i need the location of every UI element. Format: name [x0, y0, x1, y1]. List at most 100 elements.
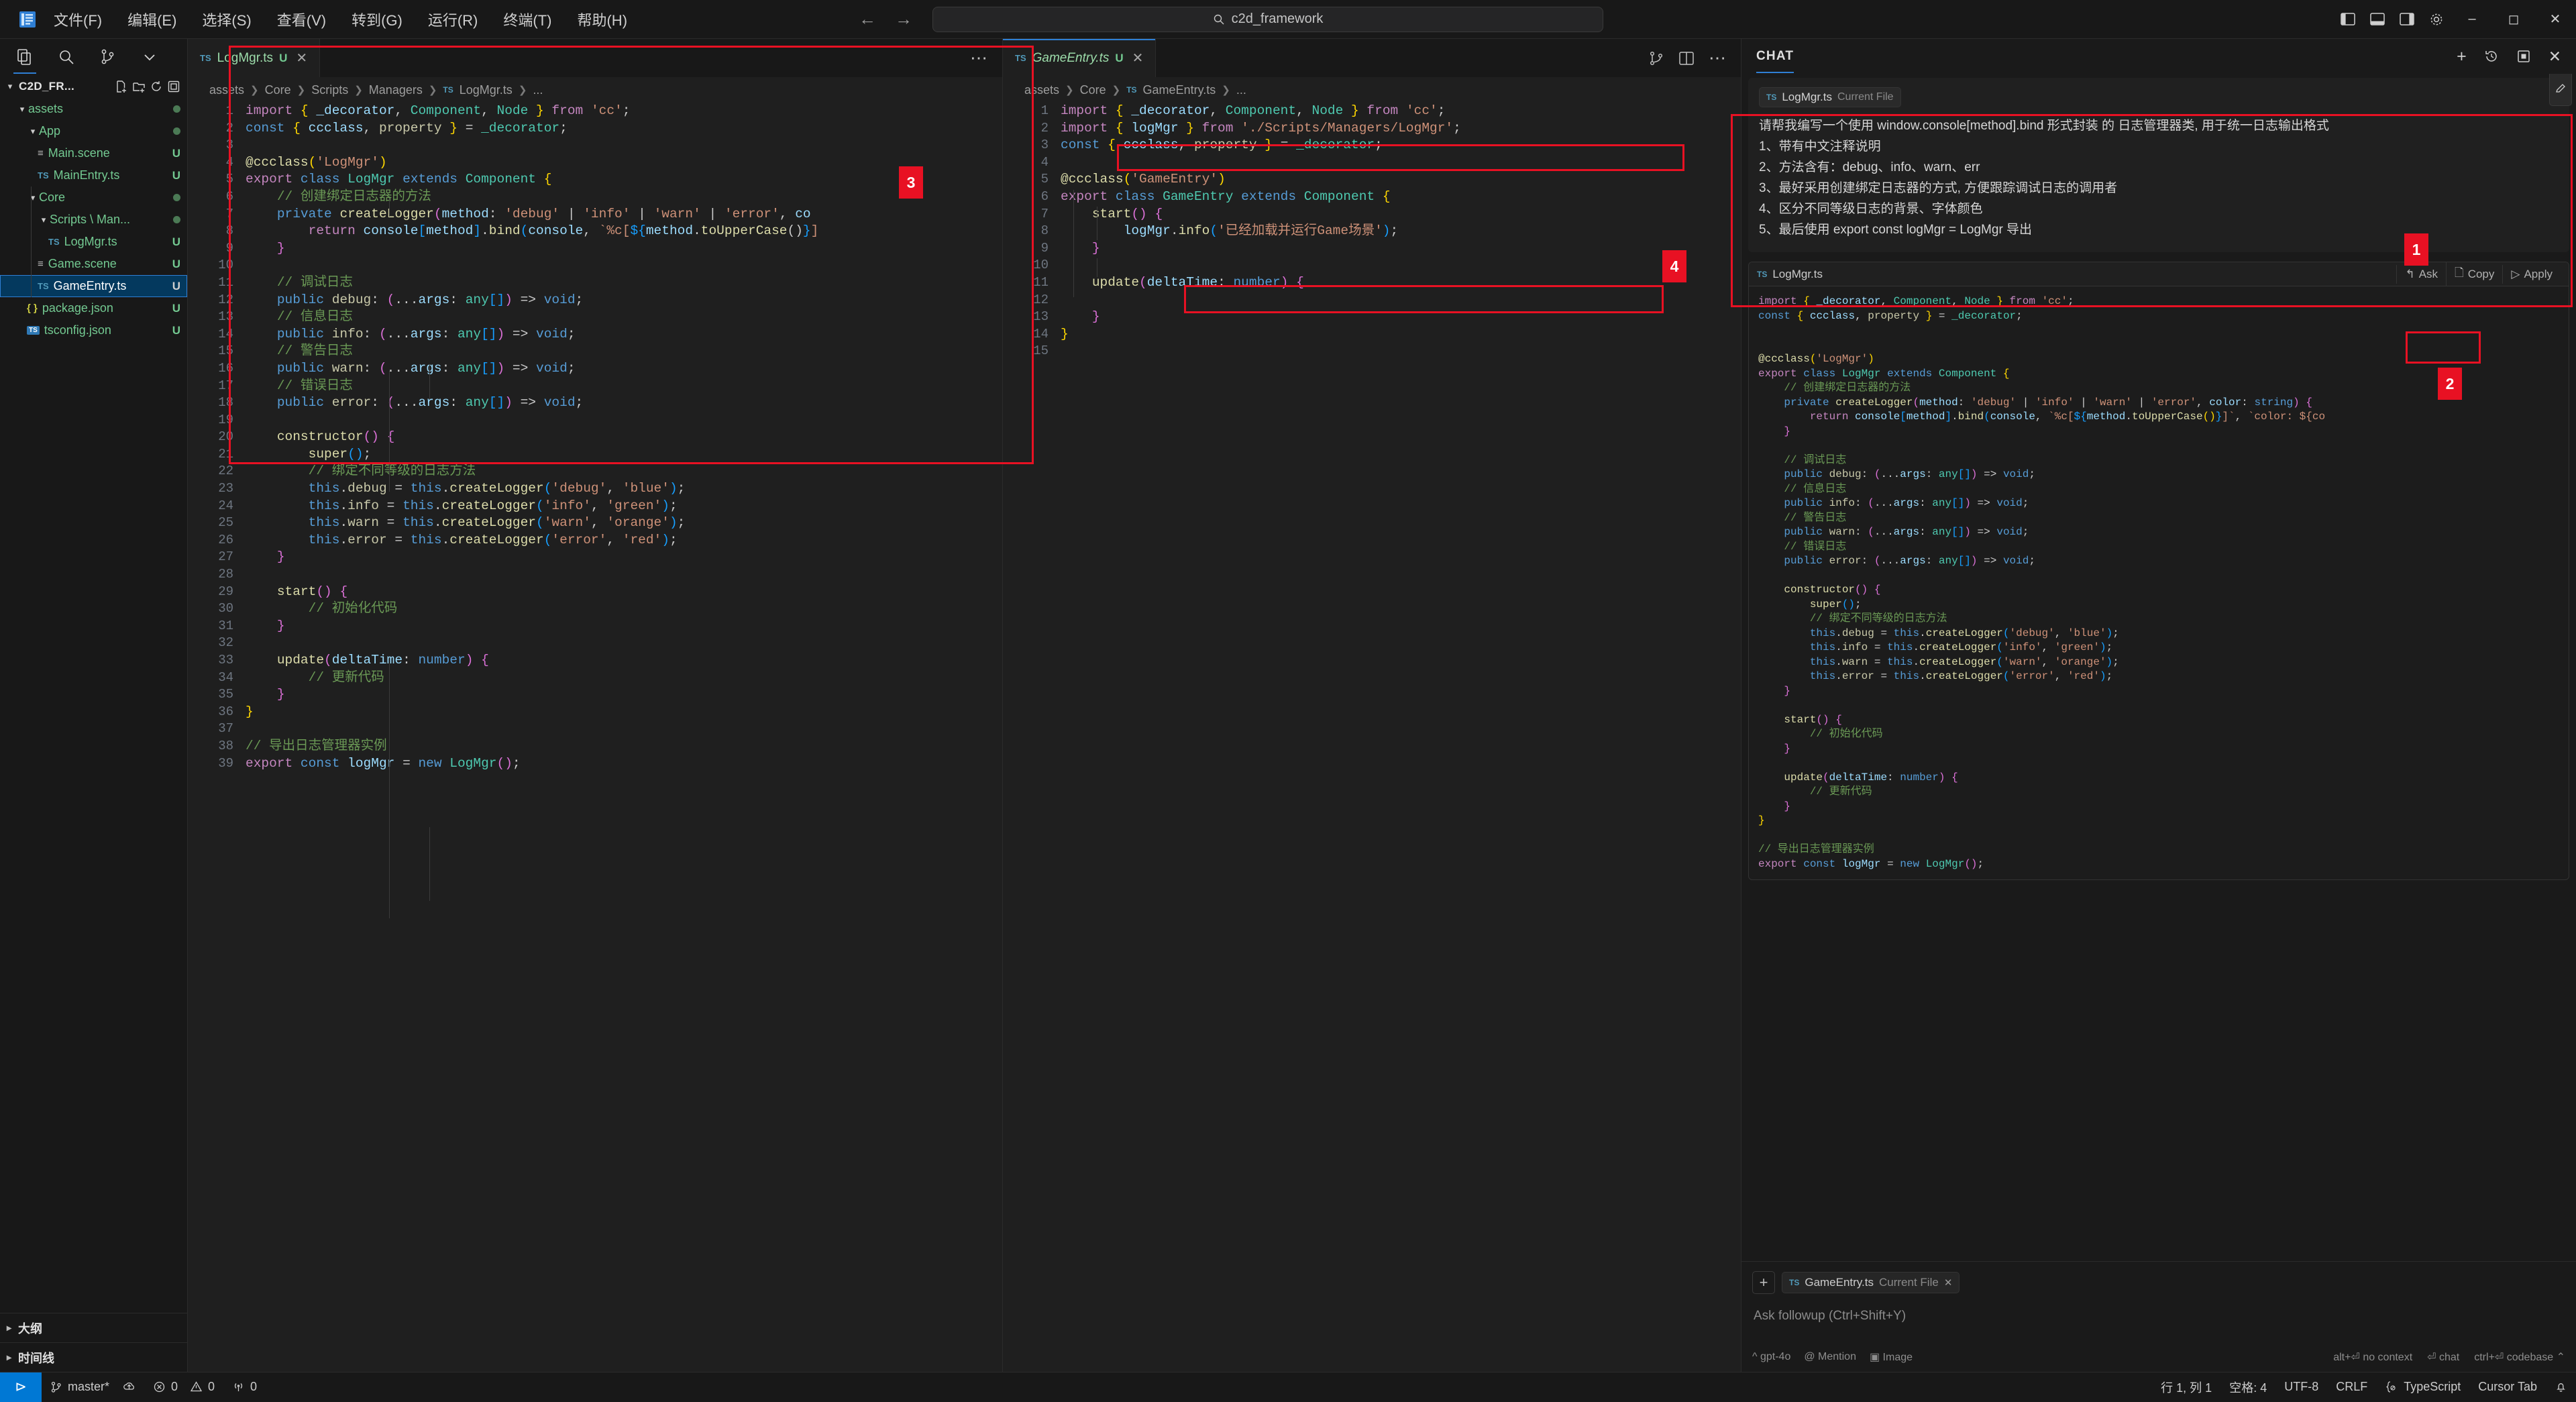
chat-followup-input[interactable]: Ask followup (Ctrl+Shift+Y) — [1754, 1309, 2564, 1324]
code-line[interactable] — [1061, 292, 1741, 309]
breadcrumb-item[interactable]: LogMgr.ts — [460, 83, 513, 97]
more-views-chevron-icon[interactable] — [129, 42, 170, 72]
split-diff-icon[interactable] — [1648, 50, 1664, 66]
code-line[interactable]: import { _decorator, Component, Node } f… — [1061, 103, 1741, 120]
history-icon[interactable] — [2484, 49, 2499, 64]
new-file-icon[interactable] — [115, 80, 128, 93]
tree-item-game-scene[interactable]: ≡Game.sceneU — [0, 253, 187, 275]
apply-button[interactable]: ▷ Apply — [2502, 265, 2561, 284]
context-pill-logmgr[interactable]: TS LogMgr.ts Current File — [1759, 87, 1901, 107]
code-line[interactable]: return console[method].bind(console, `%c… — [246, 223, 1002, 240]
breadcrumb-group-1[interactable]: assets ❯ Core ❯ Scripts ❯ Managers ❯ TS … — [188, 77, 1002, 103]
tree-item-main-scene[interactable]: ≡Main.sceneU — [0, 142, 187, 164]
tree-item-scripts-man-[interactable]: ▾Scripts \ Man... — [0, 209, 187, 231]
hint-no-context[interactable]: alt+⏎ no context — [2333, 1350, 2412, 1364]
arrow-right-icon[interactable]: → — [895, 9, 912, 30]
tree-item-logmgr-ts[interactable]: TSLogMgr.tsU — [0, 231, 187, 253]
code-line[interactable]: } — [246, 240, 1002, 258]
tab-logmgr-ts[interactable]: TS LogMgr.ts U ✕ — [188, 39, 320, 77]
breadcrumb-item[interactable]: assets — [209, 83, 244, 97]
code-line[interactable] — [246, 137, 1002, 154]
code-line[interactable]: const { ccclass, property } = _decorator… — [1061, 137, 1741, 154]
context-pill-gameentry[interactable]: TS GameEntry.ts Current File ✕ — [1782, 1272, 1960, 1293]
status-cursor-tab[interactable]: Cursor Tab — [2469, 1372, 2546, 1402]
command-search-bar[interactable]: c2d_framework — [932, 7, 1603, 32]
menu-item-run[interactable]: 运行(R) — [424, 6, 482, 33]
status-indentation[interactable]: 空格: 4 — [2220, 1372, 2275, 1402]
code-line[interactable]: // 创建绑定日志器的方法 — [246, 188, 1002, 206]
breadcrumb-item[interactable]: ... — [1236, 83, 1246, 97]
code-line[interactable]: start() { — [246, 584, 1002, 601]
explorer-icon[interactable] — [4, 42, 46, 72]
remote-window-icon[interactable]: ⊳ — [0, 1372, 42, 1402]
code-line[interactable] — [1061, 154, 1741, 172]
code-line[interactable]: update(deltaTime: number) { — [246, 652, 1002, 669]
breadcrumb-item[interactable]: Managers — [369, 83, 423, 97]
code-line[interactable]: this.warn = this.createLogger('warn', 'o… — [246, 515, 1002, 532]
code-line[interactable]: const { ccclass, property } = _decorator… — [246, 120, 1002, 138]
status-language-mode[interactable]: TypeScript — [2376, 1372, 2469, 1402]
maximize-button[interactable]: ◻ — [2493, 0, 2534, 39]
code-line[interactable]: @ccclass('GameEntry') — [1061, 171, 1741, 188]
code-line[interactable]: public debug: (...args: any[]) => void; — [246, 292, 1002, 309]
close-button[interactable]: ✕ — [2534, 0, 2576, 39]
code-line[interactable]: this.error = this.createLogger('error', … — [246, 532, 1002, 549]
code-line[interactable]: } — [246, 618, 1002, 635]
code-line[interactable] — [1061, 257, 1741, 274]
code-line[interactable]: } — [1061, 309, 1741, 326]
code-content-2[interactable]: import { _decorator, Component, Node } f… — [1061, 103, 1741, 1372]
close-icon[interactable]: ✕ — [1944, 1277, 1953, 1289]
more-actions-ellipsis-icon[interactable]: ⋯ — [1709, 48, 1726, 68]
status-branch[interactable]: master* — [42, 1372, 144, 1402]
status-eol[interactable]: CRLF — [2327, 1372, 2376, 1402]
hint-chat[interactable]: ⏎ chat — [2427, 1350, 2459, 1364]
status-ports[interactable]: 0 — [223, 1372, 266, 1402]
tree-item-mainentry-ts[interactable]: TSMainEntry.tsU — [0, 164, 187, 186]
tab-gameentry-ts[interactable]: TS GameEntry.ts U ✕ — [1003, 39, 1156, 77]
code-line[interactable] — [246, 720, 1002, 738]
status-cursor-position[interactable]: 行 1, 列 1 — [2152, 1372, 2220, 1402]
code-line[interactable] — [1061, 343, 1741, 360]
menu-item-help[interactable]: 帮助(H) — [573, 6, 631, 33]
breadcrumb-item[interactable]: assets — [1024, 83, 1059, 97]
code-line[interactable]: public error: (...args: any[]) => void; — [246, 394, 1002, 412]
code-line[interactable]: // 错误日志 — [246, 378, 1002, 395]
code-line[interactable]: } — [246, 686, 1002, 704]
menu-item-selection[interactable]: 选择(S) — [198, 6, 255, 33]
tree-item-core[interactable]: ▾Core — [0, 186, 187, 209]
toggle-panel-icon[interactable] — [2363, 0, 2392, 39]
code-line[interactable]: // 警告日志 — [246, 343, 1002, 360]
code-line[interactable]: public info: (...args: any[]) => void; — [246, 326, 1002, 343]
status-notifications[interactable] — [2546, 1372, 2576, 1402]
menu-item-terminal[interactable]: 终端(T) — [499, 6, 555, 33]
model-selector[interactable]: ^ gpt-4o — [1752, 1351, 1790, 1363]
new-chat-plus-icon[interactable]: + — [2457, 47, 2467, 66]
explorer-root-header[interactable]: ▾ C2D_FR... — [0, 75, 187, 98]
code-line[interactable]: // 调试日志 — [246, 274, 1002, 292]
status-problems[interactable]: 0 0 — [144, 1372, 223, 1402]
code-line[interactable]: } — [246, 704, 1002, 721]
toggle-secondary-sidebar-icon[interactable] — [2392, 0, 2422, 39]
code-line[interactable]: // 初始化代码 — [246, 600, 1002, 618]
code-line[interactable]: export class LogMgr extends Component { — [246, 171, 1002, 188]
collapse-all-icon[interactable] — [167, 80, 180, 93]
code-content-1[interactable]: import { _decorator, Component, Node } f… — [246, 103, 1002, 1372]
code-line[interactable]: import { _decorator, Component, Node } f… — [246, 103, 1002, 120]
code-editor-gameentry[interactable]: 123456789101112131415 import { _decorato… — [1003, 103, 1741, 1372]
menu-item-go[interactable]: 转到(G) — [347, 6, 407, 33]
code-line[interactable]: start() { — [1061, 206, 1741, 223]
tree-item-app[interactable]: ▾App — [0, 120, 187, 142]
tree-item-tsconfig-json[interactable]: TStsconfig.jsonU — [0, 319, 187, 341]
add-context-button[interactable]: + — [1752, 1271, 1775, 1294]
image-button[interactable]: ▣ Image — [1870, 1350, 1913, 1364]
code-line[interactable]: this.debug = this.createLogger('debug', … — [246, 480, 1002, 498]
code-line[interactable] — [246, 257, 1002, 274]
code-line[interactable]: constructor() { — [246, 429, 1002, 446]
code-line[interactable]: // 导出日志管理器实例 — [246, 738, 1002, 755]
code-line[interactable]: } — [246, 549, 1002, 566]
code-line[interactable] — [246, 635, 1002, 652]
breadcrumb-item[interactable]: GameEntry.ts — [1143, 83, 1216, 97]
code-line[interactable]: update(deltaTime: number) { — [1061, 274, 1741, 292]
hint-codebase[interactable]: ctrl+⏎ codebase ⌃ — [2474, 1350, 2565, 1364]
code-line[interactable]: super(); — [246, 446, 1002, 464]
